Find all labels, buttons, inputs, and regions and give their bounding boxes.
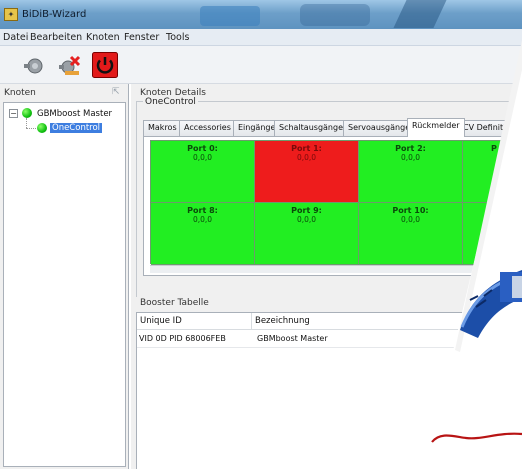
column-header-unique-id[interactable]: Unique ID: [137, 313, 252, 330]
power-icon[interactable]: [92, 52, 118, 78]
disconnect-icon[interactable]: [57, 53, 81, 77]
menu-bar: Datei Bearbeiten Knoten Fenster Tools: [0, 29, 522, 46]
port-value: 0,0,0: [296, 153, 317, 162]
port-value: 0,0,0: [400, 215, 421, 224]
main-panel: Knoten Details OneControl Makros Accesso…: [131, 84, 522, 469]
tree-node-onecontrol[interactable]: OneControl: [50, 123, 103, 133]
port-cell[interactable]: Port 2: 0,0,0: [359, 141, 463, 203]
cell-unique-id[interactable]: VID 0D PID 68006FEB: [137, 331, 226, 346]
nodes-panel-title: Knoten: [4, 88, 36, 98]
port-name: Port 0:: [187, 144, 218, 153]
node-name-label: OneControl: [143, 97, 198, 107]
port-name: P: [491, 144, 497, 153]
port-name: Port 9:: [291, 206, 322, 215]
menu-datei[interactable]: Datei: [3, 32, 28, 43]
tab-cv-definition[interactable]: CV Definition: [458, 120, 521, 136]
port-name: Port 1:: [291, 144, 322, 153]
app-icon: ✦: [4, 8, 18, 21]
menu-tools[interactable]: Tools: [166, 32, 189, 43]
nodes-panel: Knoten ⇱ − GBMboost Master OneControl: [0, 84, 129, 469]
tab-makros[interactable]: Makros: [143, 120, 182, 136]
port-value: 0,0,0: [296, 215, 317, 224]
port-cell[interactable]: Port 1: 0,0,0: [255, 141, 359, 203]
port-cell[interactable]: [463, 203, 522, 265]
ports-grid: Port 0: 0,0,0 Port 1: 0,0,0 Port 2: 0,0,…: [150, 140, 522, 265]
column-header-bezeichnung[interactable]: Bezeichnung: [252, 313, 522, 330]
port-cell[interactable]: Port 9: 0,0,0: [255, 203, 359, 265]
menu-knoten[interactable]: Knoten: [86, 32, 120, 43]
port-cell[interactable]: P: [463, 141, 522, 203]
port-name: Port 10:: [392, 206, 429, 215]
port-name: Port 2:: [395, 144, 426, 153]
toolbar: [0, 46, 522, 84]
node-tree: − GBMboost Master OneControl: [3, 102, 126, 467]
maximize-icon[interactable]: ⇱: [112, 87, 122, 97]
window-title: BiDiB-Wizard: [22, 9, 87, 20]
status-green-icon: [37, 123, 47, 133]
port-name: Port 8:: [187, 206, 218, 215]
discover-icon[interactable]: [22, 53, 46, 77]
port-cell[interactable]: Port 0: 0,0,0: [151, 141, 255, 203]
menu-fenster[interactable]: Fenster: [124, 32, 159, 43]
tab-servoausgaenge[interactable]: Servoausgänge: [343, 120, 416, 136]
port-cell[interactable]: Port 10: 0,0,0: [359, 203, 463, 265]
port-value: 0,0,0: [192, 153, 213, 162]
port-value: 0,0,0: [400, 153, 421, 162]
tree-collapse-toggle[interactable]: −: [9, 109, 18, 118]
port-value: 0,0,0: [192, 215, 213, 224]
tab-rueckmelder[interactable]: Rückmelder: [407, 118, 465, 137]
horizontal-scrollbar[interactable]: [150, 265, 522, 273]
booster-table: Unique ID Bezeichnung VID 0D PID 68006FE…: [136, 312, 522, 469]
tab-schaltausgaenge[interactable]: Schaltausgänge: [274, 120, 348, 136]
title-bar: ✦ BiDiB-Wizard: [0, 0, 522, 29]
menu-bearbeiten[interactable]: Bearbeiten: [30, 32, 82, 43]
feedback-tab-content: Port 0: 0,0,0 Port 1: 0,0,0 Port 2: 0,0,…: [143, 136, 522, 276]
booster-table-title: Booster Tabelle: [140, 298, 209, 308]
cell-bezeichnung[interactable]: GBMboost Master: [255, 331, 328, 346]
tab-accessories[interactable]: Accessories: [179, 120, 236, 136]
tree-node-gbmboost-master[interactable]: GBMboost Master: [37, 109, 112, 119]
status-green-icon: [22, 108, 32, 118]
port-cell[interactable]: Port 8: 0,0,0: [151, 203, 255, 265]
